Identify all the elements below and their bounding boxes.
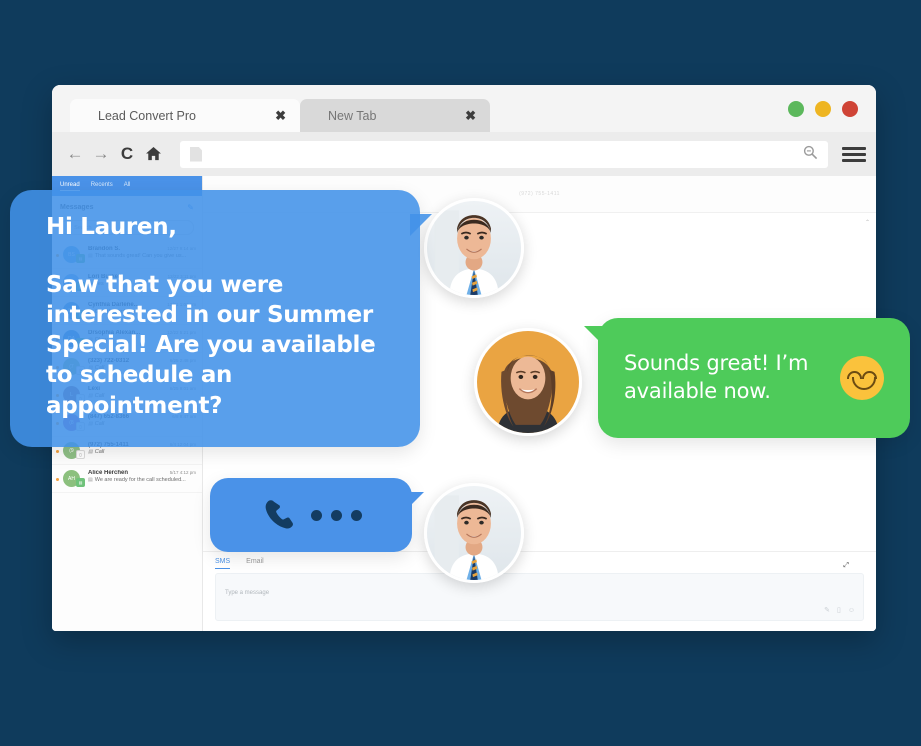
message-composer: SMS Email ⤢ Type a message ✎ ▯ ☺ xyxy=(203,551,876,631)
browser-toolbar: ← → C xyxy=(52,132,876,176)
template-icon[interactable]: ▯ xyxy=(837,606,841,614)
contact-details: Alice Herchen 5/17 4:12 pm ▤ We are ready f… xyxy=(84,470,196,483)
outgoing-message-bubble: Hi Lauren, Saw that you were interested … xyxy=(10,190,432,447)
emoji-icon[interactable]: ☺ xyxy=(848,607,855,614)
call-typing-bubble xyxy=(210,478,424,552)
bubble-tail xyxy=(410,214,432,236)
agent-portrait-svg xyxy=(427,486,521,580)
composer-channel-tabs: SMS Email xyxy=(215,558,864,569)
sidebar-tab-all[interactable]: All xyxy=(124,182,131,190)
browser-tab-label: New Tab xyxy=(328,108,377,123)
forward-icon[interactable]: → xyxy=(88,141,114,167)
expand-icon[interactable]: ⤢ xyxy=(843,562,849,570)
customer-avatar xyxy=(474,328,582,436)
tab-email[interactable]: Email xyxy=(246,558,264,569)
window-controls xyxy=(788,101,858,117)
close-icon[interactable]: ✖ xyxy=(465,108,476,123)
contact-timestamp: 5/17 4:12 pm xyxy=(169,470,196,475)
bubble-body-text: Sounds great! I’m available now. xyxy=(624,351,809,403)
contact-preview-text: Call xyxy=(94,449,105,455)
typing-dot xyxy=(330,509,342,521)
contact-list-item[interactable]: AH ▤ Alice Herchen 5/17 4:12 pm ▤ We are read… xyxy=(52,465,202,493)
avatar: AH ▤ xyxy=(63,470,85,487)
customer-portrait-svg xyxy=(477,331,579,433)
phone-handset-icon-svg xyxy=(265,500,293,529)
bubble-tail xyxy=(404,492,424,512)
smiling-face-emoji xyxy=(840,356,884,400)
message-input[interactable]: ⤢ Type a message ✎ ▯ ☺ xyxy=(215,562,864,621)
close-icon[interactable]: ✖ xyxy=(275,109,286,122)
contact-header-row: Alice Herchen 5/17 4:12 pm xyxy=(88,470,196,476)
typing-dot xyxy=(350,509,362,521)
search-icon-svg xyxy=(803,145,818,160)
browser-tab-lead-convert-pro[interactable]: Lead Convert Pro ✖ xyxy=(70,99,300,132)
back-icon[interactable]: ← xyxy=(62,141,88,167)
contact-preview: ▤ We are ready for the call scheduled... xyxy=(88,477,196,483)
browser-tab-label: Lead Convert Pro xyxy=(98,108,196,123)
unread-indicator-dot xyxy=(56,478,59,481)
close-button[interactable] xyxy=(842,101,858,117)
agent-avatar-top xyxy=(424,198,524,298)
contact-preview: ▤Call xyxy=(88,449,196,455)
phone-channel-icon: ▯ xyxy=(76,450,85,459)
bubble-tail xyxy=(584,326,608,350)
typing-indicator-dots xyxy=(310,509,362,521)
agent-portrait-svg xyxy=(427,201,521,295)
hamburger-menu-icon[interactable] xyxy=(842,142,866,166)
minimize-button[interactable] xyxy=(788,101,804,117)
browser-tab-strip: Lead Convert Pro ✖ New Tab ✖ xyxy=(52,85,876,132)
agent-avatar-bottom xyxy=(424,483,524,583)
bubble-greeting-text: Hi Lauren, xyxy=(46,214,177,240)
attachment-icon[interactable]: ✎ xyxy=(824,606,830,614)
home-icon-svg xyxy=(145,147,161,161)
message-icon: ▤ xyxy=(88,477,93,483)
sidebar-tab-recents[interactable]: Recents xyxy=(91,182,113,190)
contact-name: Alice Herchen xyxy=(88,470,129,476)
document-icon xyxy=(190,146,202,162)
incoming-message-bubble: Sounds great! I’m available now. xyxy=(584,318,910,438)
tab-sms[interactable]: SMS xyxy=(215,558,231,569)
composer-actions: ✎ ▯ ☺ xyxy=(824,606,855,615)
url-bar[interactable] xyxy=(180,140,828,168)
phone-handset-icon xyxy=(261,497,297,533)
typing-dot xyxy=(310,509,322,521)
maximize-button[interactable] xyxy=(815,101,831,117)
bubble-body-text: Saw that you were interested in our Summ… xyxy=(46,272,376,419)
reload-icon[interactable]: C xyxy=(114,141,140,167)
message-input-placeholder: Type a message xyxy=(225,590,270,596)
emoji-mouth xyxy=(852,377,876,390)
scroll-to-top-icon[interactable]: ⌃ xyxy=(865,219,870,226)
search-icon[interactable] xyxy=(803,145,818,163)
unread-indicator-dot xyxy=(56,450,59,453)
browser-tab-new-tab[interactable]: New Tab ✖ xyxy=(300,99,490,132)
phone-icon: ▤ xyxy=(88,449,93,455)
conversation-title: (972) 755-1411 xyxy=(519,191,560,197)
sms-channel-icon: ▤ xyxy=(76,478,85,487)
home-icon[interactable] xyxy=(140,141,166,167)
contact-preview-text: We are ready for the call scheduled... xyxy=(94,477,186,483)
